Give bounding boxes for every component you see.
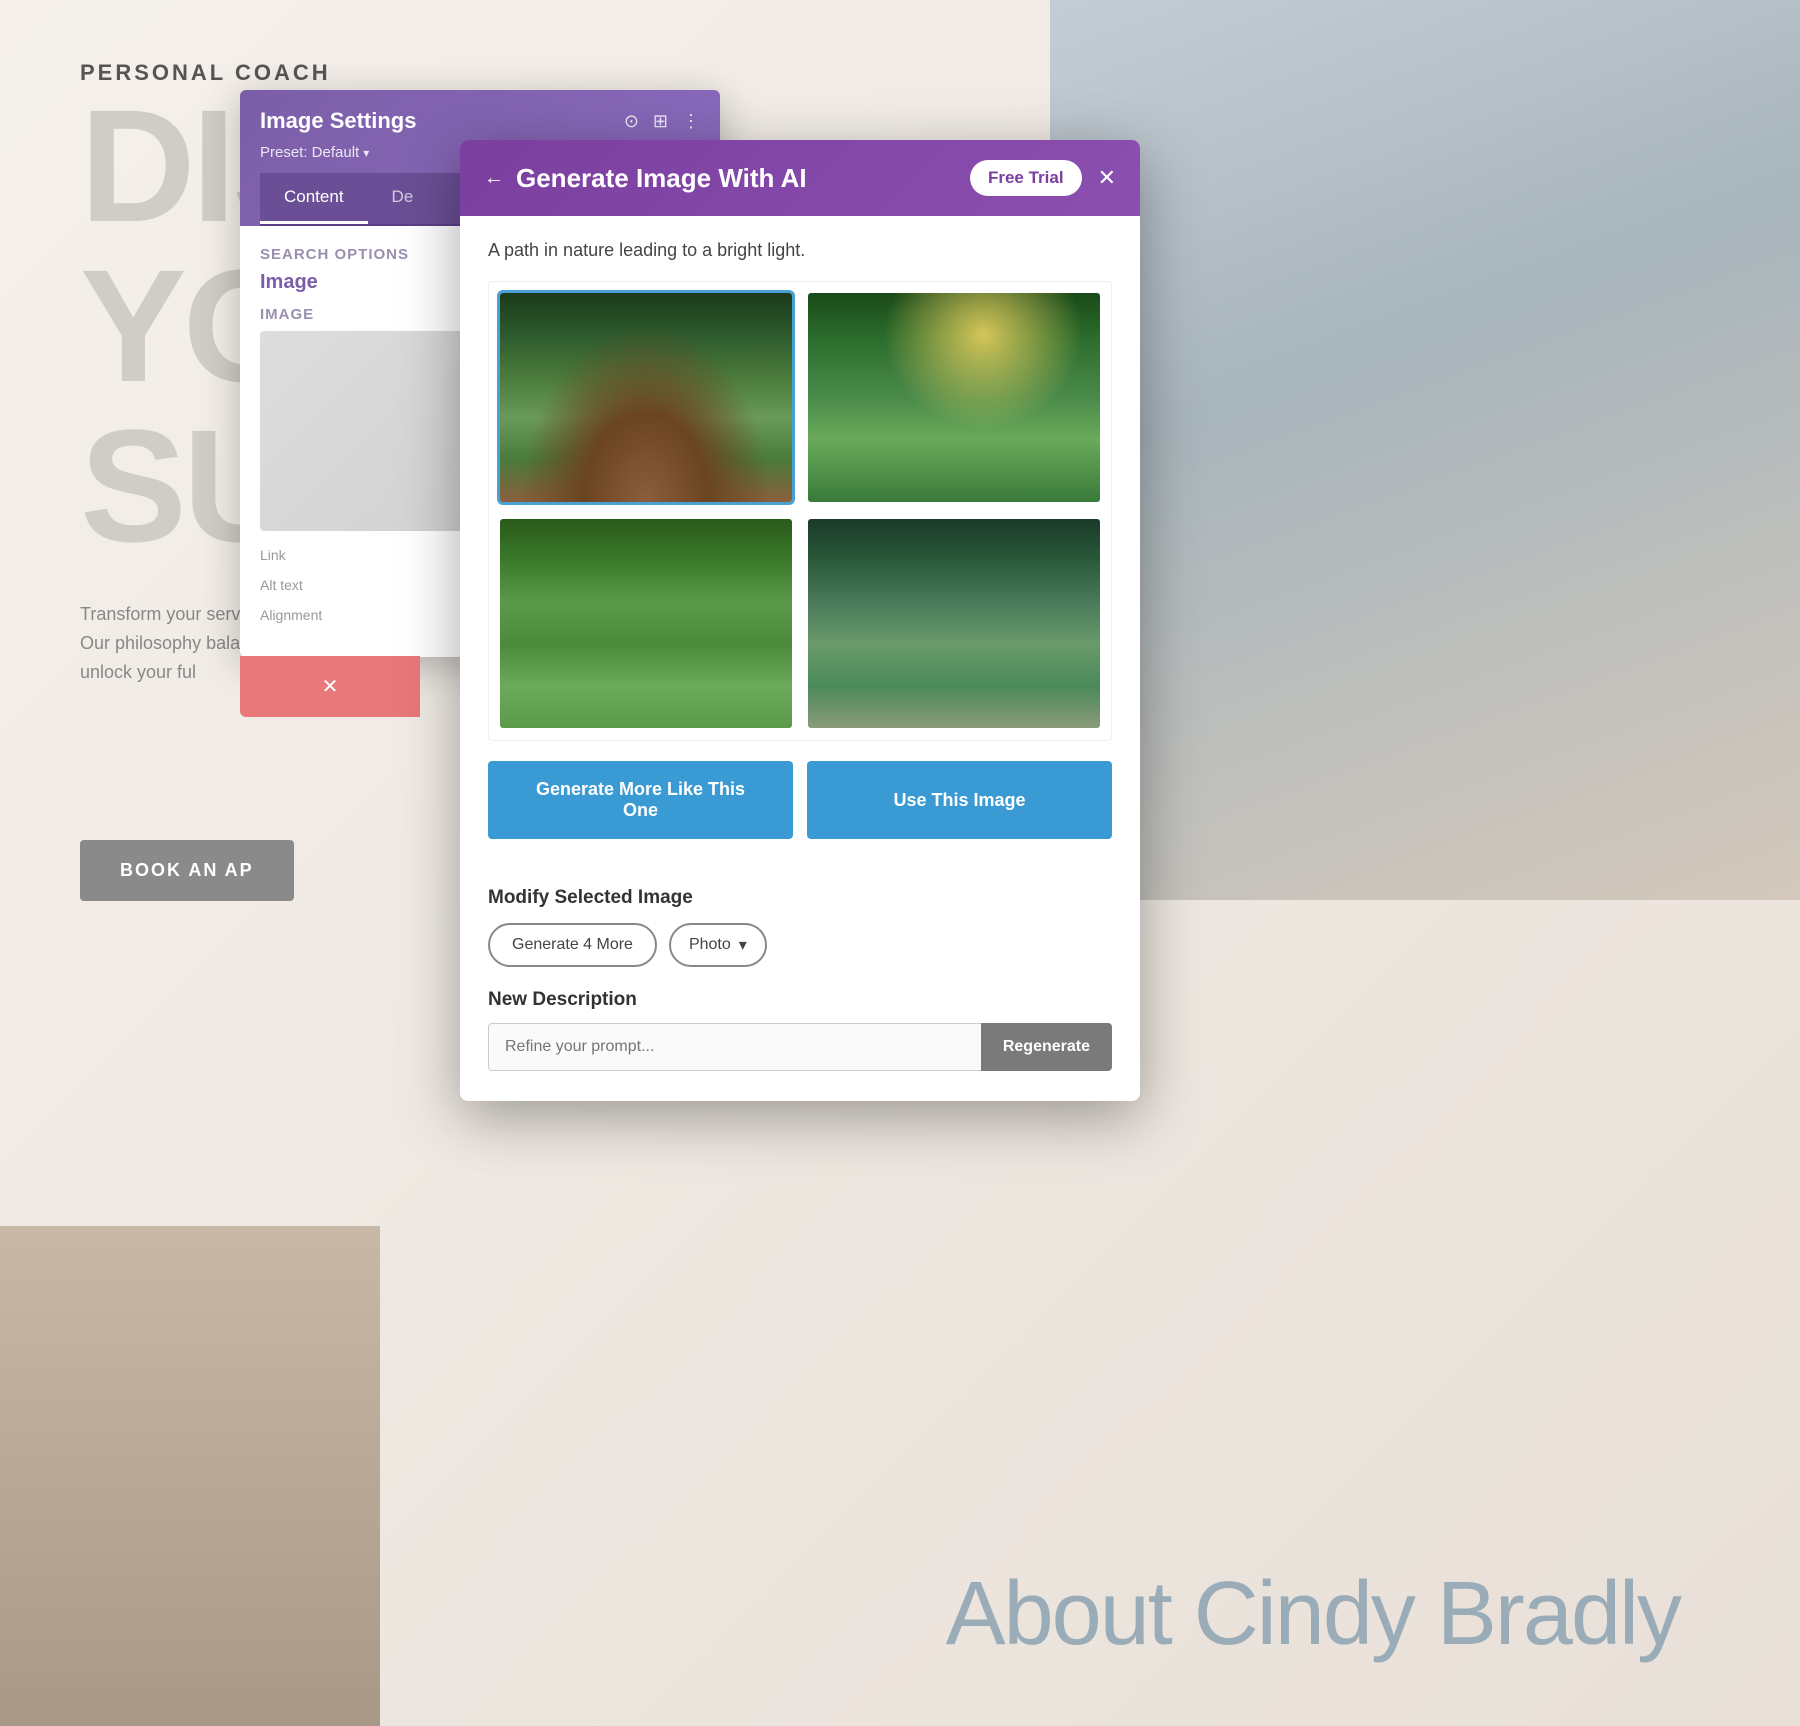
photo-dropdown[interactable]: Photo ▾	[669, 923, 767, 967]
forest-image-1	[500, 293, 792, 502]
ai-modal-header-right: Free Trial ✕	[970, 160, 1116, 196]
panel-title: Image Settings	[260, 108, 416, 134]
target-icon[interactable]: ⊙	[624, 111, 639, 132]
bg-right-image	[1050, 0, 1800, 900]
modify-section: Modify Selected Image Generate 4 More Ph…	[460, 887, 1140, 1071]
ai-modal-title-row: ← Generate Image With AI	[484, 163, 807, 194]
panel-title-row: Image Settings ⊙ ⊞ ⋮	[260, 108, 700, 144]
preset-label: Preset: Default	[260, 144, 359, 161]
ai-generate-modal: ← Generate Image With AI Free Trial ✕ A …	[460, 140, 1140, 1101]
back-arrow-icon[interactable]: ←	[484, 167, 504, 190]
bg-bottom-left-image	[0, 1226, 380, 1726]
more-icon[interactable]: ⋮	[682, 111, 700, 132]
ai-action-buttons: Generate More Like This One Use This Ima…	[488, 761, 1112, 839]
tab-content-label: Content	[284, 187, 344, 206]
ai-image-cell-1[interactable]	[497, 290, 795, 505]
refine-prompt-input[interactable]	[488, 1023, 981, 1071]
generate-more-button[interactable]: Generate More Like This One	[488, 761, 793, 839]
use-image-button[interactable]: Use This Image	[807, 761, 1112, 839]
regenerate-button[interactable]: Regenerate	[981, 1023, 1112, 1071]
ai-prompt-text: A path in nature leading to a bright lig…	[488, 240, 1112, 261]
panel-icons: ⊙ ⊞ ⋮	[624, 111, 700, 132]
preset-arrow-icon: ▾	[363, 146, 369, 160]
ai-modal-title: Generate Image With AI	[516, 163, 807, 194]
modify-label: Modify Selected Image	[488, 887, 1112, 909]
ai-image-grid	[488, 281, 1112, 741]
delete-icon: ✕	[322, 676, 339, 698]
new-description-row: Regenerate	[488, 1023, 1112, 1071]
grid-icon[interactable]: ⊞	[653, 111, 668, 132]
photo-option-label: Photo	[689, 936, 731, 954]
close-button[interactable]: ✕	[1098, 165, 1116, 191]
bg-book-button[interactable]: BOOK AN AP	[80, 840, 294, 901]
free-trial-badge[interactable]: Free Trial	[970, 160, 1082, 196]
ai-image-cell-2[interactable]	[805, 290, 1103, 505]
delete-bar[interactable]: ✕	[240, 656, 420, 717]
forest-image-2	[808, 293, 1100, 502]
tab-design-label: De	[392, 187, 414, 206]
ai-image-cell-3[interactable]	[497, 516, 795, 731]
dropdown-arrow-icon: ▾	[739, 935, 747, 955]
forest-image-4	[808, 519, 1100, 728]
forest-image-3	[500, 519, 792, 728]
generate-4-more-button[interactable]: Generate 4 More	[488, 923, 657, 967]
new-description-label: New Description	[488, 989, 1112, 1011]
tab-content[interactable]: Content	[260, 173, 368, 224]
ai-modal-body: A path in nature leading to a bright lig…	[460, 216, 1140, 887]
ai-image-cell-4[interactable]	[805, 516, 1103, 731]
tab-design[interactable]: De	[368, 173, 438, 224]
ai-modal-header: ← Generate Image With AI Free Trial ✕	[460, 140, 1140, 216]
modify-controls: Generate 4 More Photo ▾	[488, 923, 1112, 967]
bg-about-text: About Cindy Bradly	[946, 1563, 1680, 1666]
